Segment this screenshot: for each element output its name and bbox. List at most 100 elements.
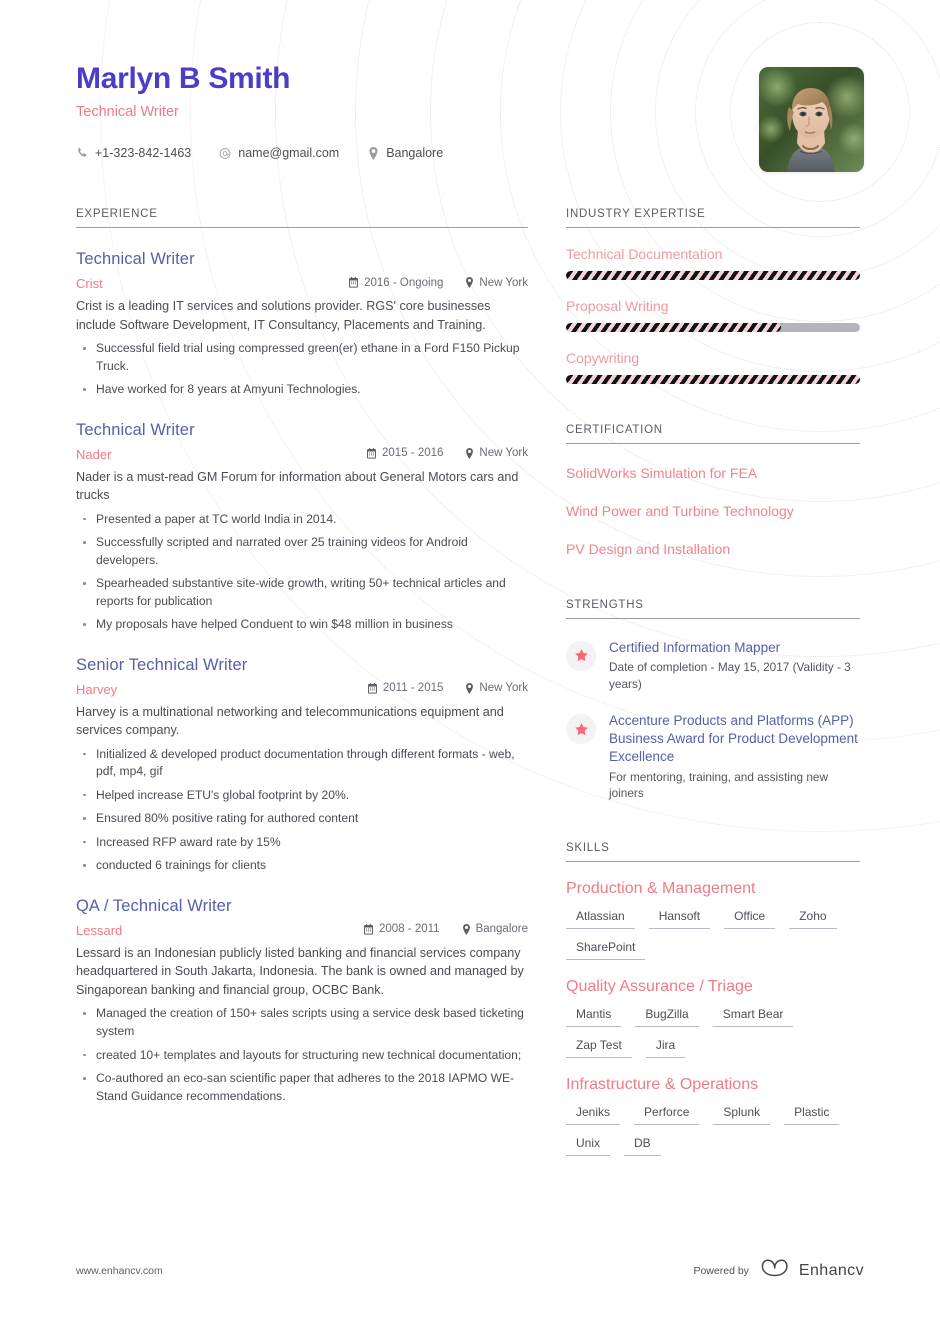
skill-group: Infrastructure & Operations Jeniks Perfo… [566,1076,860,1156]
industry-expertise-item: Technical Documentation [566,246,860,280]
experience-description: Harvey is a multinational networking and… [76,704,504,738]
experience-entry: QA / Technical Writer Lessard 2008 - 201… [76,897,528,1105]
left-column: EXPERIENCE Technical Writer Crist 2016 -… [76,208,528,1156]
certification-item: PV Design and Installation [566,541,731,558]
experience-location-value: Bangalore [475,923,528,936]
right-column: INDUSTRY EXPERTISE Technical Documentati… [566,208,860,1156]
avatar [759,67,864,172]
strength-item: Certified Information Mapper Date of com… [566,639,860,693]
list-item: Presented a paper at TC world India in 2… [76,511,528,529]
star-icon [574,648,589,663]
experience-company: Crist [76,276,103,291]
calendar-icon [367,682,378,694]
contact-location[interactable]: Bangalore [367,146,443,160]
progress-bar-track [566,375,860,384]
list-item: Managed the creation of 150+ sales scrip… [76,1005,528,1040]
experience-entry: Senior Technical Writer Harvey 2011 - 20… [76,656,528,875]
experience-bullets: Managed the creation of 150+ sales scrip… [76,1005,528,1105]
experience-date: 2008 - 2011 [363,923,440,935]
list-item: created 10+ templates and layouts for st… [76,1047,528,1065]
experience-title: Technical Writer [76,250,195,268]
skill-tag: Jira [645,1037,686,1058]
contact-phone[interactable]: +1-323-842-1463 [76,146,191,160]
strength-title: Certified Information Mapper [609,639,781,655]
skill-tag: Atlassian [566,908,635,929]
experience-title: Senior Technical Writer [76,655,248,674]
experience-date-value: 2015 - 2016 [382,447,444,460]
list-item: My proposals have helped Conduent to win… [76,616,528,634]
contact-email-value: name@gmail.com [238,146,340,160]
footer: www.enhancv.com Powered by Enhancv [76,1258,864,1283]
email-icon [219,147,231,160]
experience-location: New York [465,447,528,459]
location-pin-icon [465,277,474,288]
list-item: conducted 6 trainings for clients [76,857,528,875]
section-title-skills: SKILLS [566,842,860,862]
resume-page: Marlyn B Smith Technical Writer +1-323-8… [0,0,940,1330]
profile-photo-image [759,67,864,172]
skill-tag: BugZilla [635,1006,699,1027]
experience-bullets: Presented a paper at TC world India in 2… [76,511,528,634]
contact-location-value: Bangalore [386,146,444,160]
progress-bar-track [566,323,860,332]
section-title-strengths: STRENGTHS [566,599,860,619]
progress-bar-track [566,271,860,280]
industry-expertise-item: Proposal Writing [566,298,860,332]
experience-location: Bangalore [462,923,528,935]
experience-entry: Technical Writer Nader 2015 - 2016 New Y… [76,421,528,634]
location-pin-icon [367,146,379,160]
section-title-certification: CERTIFICATION [566,424,860,444]
industry-expertise-label: Proposal Writing [566,298,669,314]
star-icon [574,722,589,737]
progress-bar-fill [566,375,860,384]
contact-row: +1-323-842-1463 name@gmail.com Bangalore [76,146,864,160]
experience-description: Lessard is an Indonesian publicly listed… [76,945,524,997]
location-pin-icon [465,447,474,459]
experience-location-value: New York [479,447,528,460]
location-pin-icon [462,923,471,935]
skill-tag: SharePoint [566,939,646,960]
list-item: Successful field trial using compressed … [76,340,528,375]
experience-date: 2015 - 2016 [366,447,443,459]
industry-expertise-item: Copywriting [566,350,860,384]
experience-date-value: 2016 - Ongoing [364,276,444,289]
list-item: Spearheaded substantive site-wide growth… [76,575,528,610]
list-item: Co-authored an eco-san scientific paper … [76,1070,528,1105]
experience-location-value: New York [479,682,528,695]
list-item: Initialized & developed product document… [76,746,528,781]
strength-subtitle: For mentoring, training, and assisting n… [609,769,829,801]
experience-company: Nader [76,446,112,462]
skill-tag-list: Jeniks Perforce Splunk Plastic Unix DB [566,1104,860,1156]
calendar-icon [363,923,374,935]
certification-item: Wind Power and Turbine Technology [566,503,794,520]
experience-location: New York [465,277,528,289]
experience-description: Crist is a leading IT services and solut… [76,299,491,332]
skill-tag: Plastic [784,1104,840,1125]
skill-tag: Mantis [566,1006,622,1027]
skill-tag: Perforce [634,1104,700,1125]
certification-item: SolidWorks Simulation for FEA [566,465,758,481]
experience-date-value: 2011 - 2015 [382,682,444,695]
phone-icon [76,147,88,160]
page-title: Marlyn B Smith [76,62,291,95]
footer-url[interactable]: www.enhancv.com [76,1265,163,1277]
location-pin-icon [465,682,474,694]
experience-entry: Technical Writer Crist 2016 - Ongoing Ne… [76,250,528,399]
skill-tag: Smart Bear [712,1006,794,1027]
skill-tag: Jeniks [566,1104,621,1125]
list-item: Ensured 80% positive rating for authored… [76,810,528,828]
contact-email[interactable]: name@gmail.com [219,146,339,160]
skill-group-title: Infrastructure & Operations [566,1075,759,1093]
enhancv-logo-icon [761,1258,791,1283]
section-title-industry-expertise: INDUSTRY EXPERTISE [566,208,860,228]
contact-phone-value: +1-323-842-1463 [95,146,192,160]
calendar-icon [366,447,377,459]
experience-bullets: Successful field trial using compressed … [76,340,528,399]
experience-location-value: New York [479,276,528,289]
list-item: Successfully scripted and narrated over … [76,534,528,569]
enhancv-brand[interactable]: Enhancv [761,1258,864,1283]
skill-tag: Office [724,908,776,929]
experience-title: QA / Technical Writer [76,896,232,915]
skill-tag: Splunk [713,1104,771,1125]
experience-company: Lessard [76,922,123,938]
